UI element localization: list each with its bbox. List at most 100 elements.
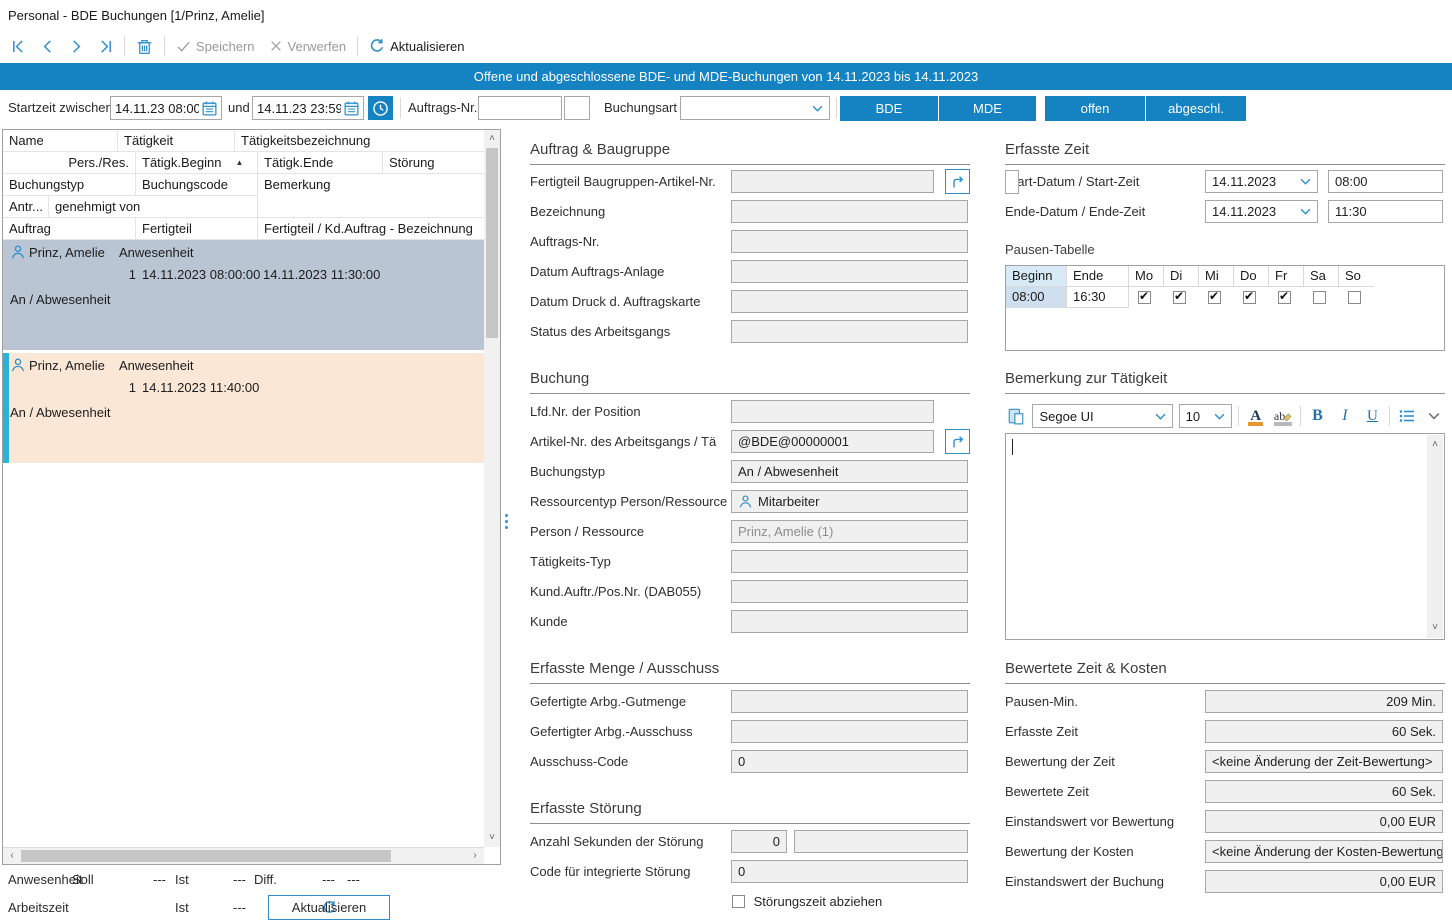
goto-article-button[interactable] bbox=[945, 169, 970, 194]
column-header-taetigkeit[interactable]: Tätigkeit bbox=[118, 130, 235, 152]
last-record-button[interactable] bbox=[95, 37, 116, 56]
vertical-scroll-thumb[interactable] bbox=[486, 148, 498, 338]
order-number-input[interactable] bbox=[478, 96, 562, 120]
first-record-button[interactable] bbox=[8, 37, 29, 56]
buchungstyp-field[interactable]: An / Abwesenheit bbox=[731, 460, 968, 483]
panel-splitter[interactable] bbox=[505, 514, 508, 529]
goto-arbeitsgang-button[interactable] bbox=[945, 429, 970, 454]
person-ressource-field[interactable]: Prinz, Amelie (1) bbox=[731, 520, 968, 543]
pause-col-beginn[interactable]: Beginn bbox=[1006, 266, 1067, 287]
einstandswert-der-buchung-field[interactable]: 0,00 EUR bbox=[1205, 870, 1443, 893]
stoerungszeit-abziehen-checkbox[interactable] bbox=[732, 895, 745, 908]
stoerung-code-field[interactable]: 0 bbox=[731, 860, 968, 883]
column-header-buchungscode[interactable]: Buchungscode bbox=[136, 174, 258, 196]
refresh-button[interactable]: Aktualisieren bbox=[366, 36, 467, 56]
pause-day-mo-checkbox[interactable] bbox=[1138, 291, 1151, 304]
status-arbeitsgang-field[interactable] bbox=[731, 320, 968, 343]
column-header-antrag[interactable]: Antr... bbox=[3, 196, 49, 218]
pause-col-ende[interactable]: Ende bbox=[1067, 266, 1129, 287]
kund-auftr-pos-nr-field[interactable] bbox=[731, 580, 968, 603]
ausschuss-code-field[interactable]: 0 bbox=[731, 750, 968, 773]
bde-toggle-button[interactable]: BDE bbox=[840, 96, 938, 121]
pause-col-sa[interactable]: Sa bbox=[1304, 266, 1339, 287]
start-time-field[interactable]: 08:00 bbox=[1328, 170, 1443, 193]
column-header-name[interactable]: Name bbox=[3, 130, 118, 152]
calendar-icon[interactable] bbox=[343, 100, 360, 117]
column-header-taetigk-beginn[interactable]: Tätigk.Beginn▲ bbox=[136, 152, 258, 174]
bezeichnung-field[interactable] bbox=[731, 200, 968, 223]
end-time-field[interactable]: 11:30 bbox=[1328, 200, 1443, 223]
gutmenge-field[interactable] bbox=[731, 690, 968, 713]
booking-row[interactable]: Prinz, Amelie Anwesenheit 1 14.11.2023 0… bbox=[3, 240, 484, 350]
booking-kind-select[interactable] bbox=[680, 96, 830, 120]
grid-horizontal-scrollbar[interactable]: ‹ › bbox=[3, 847, 484, 864]
paste-icon[interactable] bbox=[1005, 404, 1026, 428]
taetigkeits-typ-field[interactable] bbox=[731, 550, 968, 573]
scroll-up-icon[interactable]: ˄ bbox=[1427, 437, 1443, 453]
pause-col-do[interactable]: Do bbox=[1234, 266, 1269, 287]
pause-col-mi[interactable]: Mi bbox=[1199, 266, 1234, 287]
fertigteil-artikel-nr-field[interactable] bbox=[731, 170, 934, 193]
scroll-up-icon[interactable]: ˄ bbox=[484, 131, 500, 147]
column-header-fertigteil[interactable]: Fertigteil bbox=[136, 218, 258, 240]
remark-editor[interactable]: ˄ ˅ bbox=[1005, 433, 1445, 640]
start-date-select[interactable]: 14.11.2023 bbox=[1205, 170, 1318, 193]
column-header-auftrag[interactable]: Auftrag bbox=[3, 218, 136, 240]
column-header-genehmigt-von[interactable]: genehmigt von bbox=[49, 196, 258, 218]
auftrags-nr-field[interactable] bbox=[731, 230, 968, 253]
stoerung-text-field[interactable] bbox=[794, 830, 968, 853]
pausen-min-field[interactable]: 209 Min. bbox=[1205, 690, 1443, 713]
font-size-select[interactable]: 10 bbox=[1179, 404, 1232, 428]
booking-row[interactable]: Prinz, Amelie Anwesenheit 1 14.11.2023 1… bbox=[3, 353, 484, 463]
pause-day-di-checkbox[interactable] bbox=[1173, 291, 1186, 304]
bewertung-der-zeit-field[interactable]: <keine Änderung der Zeit-Bewertung> bbox=[1205, 750, 1443, 773]
font-color-icon[interactable]: A bbox=[1245, 404, 1266, 428]
lfd-nr-position-field[interactable] bbox=[731, 400, 934, 423]
ausschuss-field[interactable] bbox=[731, 720, 968, 743]
pause-begin-cell[interactable]: 08:00 bbox=[1006, 287, 1067, 308]
more-options-icon[interactable] bbox=[1424, 404, 1445, 428]
scroll-down-icon[interactable]: ˅ bbox=[1427, 620, 1443, 636]
bullet-list-icon[interactable] bbox=[1396, 404, 1417, 428]
column-header-fertigteil-bezeichnung[interactable]: Fertigteil / Kd.Auftrag - Bezeichnung bbox=[258, 218, 486, 240]
order-number-suffix-input[interactable] bbox=[564, 96, 590, 120]
artikel-nr-arbeitsgang-field[interactable]: @BDE@00000001 bbox=[731, 430, 934, 453]
start-date-select[interactable] bbox=[1005, 170, 1019, 194]
end-date-select[interactable]: 14.11.2023 bbox=[1205, 200, 1318, 223]
calendar-icon[interactable] bbox=[201, 100, 218, 117]
pause-col-so[interactable]: So bbox=[1339, 266, 1374, 287]
pause-day-mi-checkbox[interactable] bbox=[1208, 291, 1221, 304]
datum-druck-auftragskarte-field[interactable] bbox=[731, 290, 968, 313]
column-header-taetigkeitsbezeichnung[interactable]: Tätigkeitsbezeichnung bbox=[235, 130, 486, 152]
pause-col-di[interactable]: Di bbox=[1164, 266, 1199, 287]
column-header-stoerung[interactable]: Störung bbox=[383, 152, 486, 174]
horizontal-scroll-thumb[interactable] bbox=[21, 850, 391, 862]
grid-vertical-scrollbar[interactable]: ˄ ˅ bbox=[484, 130, 500, 847]
italic-icon[interactable]: I bbox=[1334, 404, 1355, 428]
save-button[interactable]: Speichern bbox=[173, 37, 258, 56]
bold-icon[interactable]: B bbox=[1307, 404, 1328, 428]
font-family-select[interactable]: Segoe UI bbox=[1032, 404, 1172, 428]
pause-col-fr[interactable]: Fr bbox=[1269, 266, 1304, 287]
delete-button[interactable] bbox=[133, 36, 156, 57]
column-header-taetigk-ende[interactable]: Tätigk.Ende bbox=[258, 152, 383, 174]
time-filter-button[interactable] bbox=[368, 96, 393, 120]
bewertete-zeit-field[interactable]: 60 Sek. bbox=[1205, 780, 1443, 803]
pause-day-do-checkbox[interactable] bbox=[1243, 291, 1256, 304]
open-toggle-button[interactable]: offen bbox=[1045, 96, 1145, 121]
text-highlight-icon[interactable]: ab bbox=[1272, 404, 1293, 428]
pause-col-mo[interactable]: Mo bbox=[1129, 266, 1164, 287]
editor-scrollbar[interactable]: ˄ ˅ bbox=[1427, 435, 1443, 638]
pause-end-cell[interactable]: 16:30 bbox=[1067, 287, 1129, 308]
mde-toggle-button[interactable]: MDE bbox=[939, 96, 1036, 121]
erfasste-zeit-field[interactable]: 60 Sek. bbox=[1205, 720, 1443, 743]
column-header-pers-res[interactable]: Pers./Res. bbox=[3, 152, 136, 174]
stoerung-sekunden-field[interactable]: 0 bbox=[731, 830, 787, 853]
scroll-right-icon[interactable]: › bbox=[467, 848, 483, 864]
underline-icon[interactable]: U bbox=[1362, 404, 1383, 428]
datum-auftrags-anlage-field[interactable] bbox=[731, 260, 968, 283]
closed-toggle-button[interactable]: abgeschl. bbox=[1146, 96, 1246, 121]
kunde-field[interactable] bbox=[731, 610, 968, 633]
scroll-down-icon[interactable]: ˅ bbox=[484, 830, 500, 846]
summary-refresh-button[interactable]: Aktualisieren bbox=[268, 895, 390, 920]
